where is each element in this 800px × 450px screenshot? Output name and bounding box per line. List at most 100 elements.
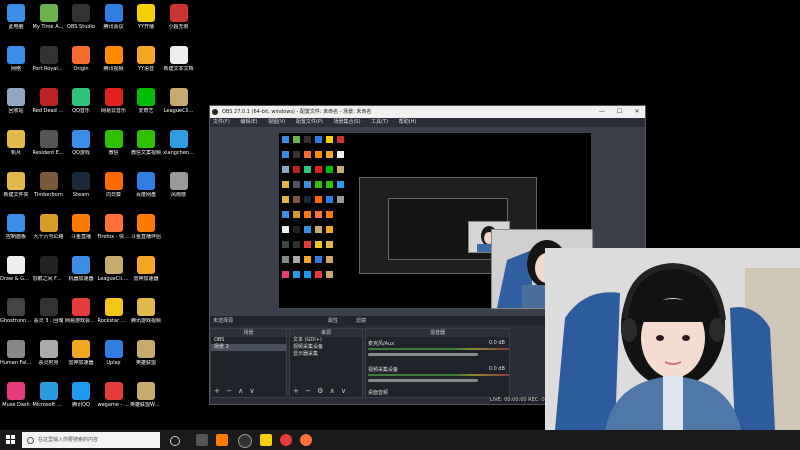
menu-profile[interactable]: 配置文件(P) [296, 119, 323, 125]
desktop-icon[interactable]: 网易游戏会员工具 [65, 298, 97, 324]
desktop-icon[interactable]: 风雨楼 [163, 172, 195, 198]
desktop-icon[interactable]: 腾讯视频 [98, 46, 130, 72]
desktop-icon[interactable]: 英雄联盟WeGame版 [130, 382, 162, 408]
menu-scene-collection[interactable]: 场景集合(S) [333, 119, 360, 125]
desktop-icon[interactable]: 回收站 [0, 88, 32, 114]
desktop-icon[interactable]: Port Royale 4 Soundtr... [33, 46, 65, 72]
desktop-icon[interactable]: 此电脑 [0, 4, 32, 30]
desktop-icon[interactable]: 腾讯QQ [65, 382, 97, 408]
source-tools[interactable]: + − ⚙ ∧ ∨ [293, 387, 348, 395]
taskbar-yy-icon[interactable] [260, 434, 272, 446]
desktop-icon[interactable]: Ghostrunner 幽灵行者 [0, 298, 32, 324]
desktop-icon[interactable]: 英雄联盟 [130, 340, 162, 366]
app-icon [39, 382, 58, 400]
desktop-icon[interactable]: 恐鹅之间 Fear surr... [33, 256, 65, 282]
desktop-icon[interactable]: 爱奇艺 [130, 88, 162, 114]
desktop-icon[interactable]: 新建文件夹 [0, 172, 32, 198]
task-view-icon[interactable] [196, 434, 208, 446]
desktop-icon[interactable]: Human Fall Flat [0, 340, 32, 366]
desktop-icon[interactable]: YY开播 [130, 4, 162, 30]
desktop-icon[interactable]: Uplay [98, 340, 130, 366]
minimize-button[interactable]: — [594, 106, 610, 118]
desktop-icon[interactable]: LeagueCli... 快捷方式 [98, 256, 130, 282]
desktop-icon[interactable]: Muse Dash [0, 382, 32, 408]
cortana-icon[interactable] [170, 436, 180, 446]
desktop-icon[interactable]: xiangchen... [163, 130, 195, 156]
scene-item[interactable]: OBS [211, 337, 286, 344]
desktop-icon[interactable]: 腾讯会议 [98, 4, 130, 30]
menu-help[interactable]: 帮助(H) [399, 119, 417, 125]
desktop-icon[interactable]: 新建文本文档 [163, 46, 195, 72]
taskbar-douyu-icon[interactable] [216, 434, 228, 446]
desktop-icon[interactable]: My Time At Portia [33, 4, 65, 30]
desktop-icon[interactable]: Draw & Guess [0, 256, 32, 282]
desktop-icon-label: Draw & Guess [0, 276, 32, 282]
close-button[interactable]: ✕ [629, 106, 645, 118]
app-icon [7, 298, 25, 316]
desktop-icon[interactable]: 帆月 [0, 130, 32, 156]
scene-tools[interactable]: + − ∧ ∨ [214, 387, 257, 395]
desktop-icon[interactable]: 机器加速器 [65, 256, 97, 282]
menu-view[interactable]: 视图(V) [268, 119, 285, 125]
taskbar-netease-icon[interactable] [280, 434, 292, 446]
desktop-icon[interactable]: 雷神加速器 [65, 340, 97, 366]
desktop-icon[interactable]: 微信文案视频 [130, 130, 162, 156]
desktop-icon[interactable]: Microsoft Edge [33, 382, 65, 408]
volume-fader[interactable] [368, 379, 478, 382]
desktop-icon[interactable]: 恶灵附身 [33, 340, 65, 366]
app-icon [7, 88, 25, 106]
mixer-channel[interactable]: 桌面音频 [368, 389, 509, 399]
preview-mini-icon [282, 226, 289, 233]
preview-mini-icon [293, 166, 300, 173]
desktop-icon[interactable]: Steam [65, 172, 97, 198]
desktop-icon[interactable]: 恶灵 3 : 回魂 [33, 298, 65, 324]
obs-title-bar[interactable]: OBS 27.0.1 (64-bit, windows) - 配置文件: 未命名… [210, 106, 645, 118]
mixer-channel[interactable]: 麦克风/Aux 0.0 dB [368, 340, 509, 364]
desktop-icon[interactable]: 网易云音乐 [98, 88, 130, 114]
menu-file[interactable]: 文件(F) [213, 119, 230, 125]
desktop-icon-label: Microsoft Edge [32, 402, 65, 408]
desktop-icon[interactable]: wegame - 快捷方式 [98, 382, 130, 408]
volume-fader[interactable] [368, 353, 478, 356]
start-button[interactable] [6, 435, 16, 445]
desktop-icon[interactable]: 小超无限 [163, 4, 195, 30]
taskbar-search-box[interactable]: 在这里输入你要搜索的内容 [22, 432, 160, 448]
taskbar-obs-icon[interactable] [238, 434, 252, 448]
app-icon [7, 4, 25, 22]
menu-tools[interactable]: 工具(T) [371, 119, 388, 125]
app-icon [39, 172, 58, 190]
taskbar-firefox-icon[interactable] [300, 434, 312, 446]
maximize-button[interactable]: ☐ [611, 106, 627, 118]
desktop-icon[interactable]: 向日葵 [98, 172, 130, 198]
source-item[interactable]: 视频采集设备 [290, 344, 362, 351]
desktop-icon[interactable]: 雷神加速器 [130, 256, 162, 282]
desktop-icon[interactable]: 九十六号公路 [33, 214, 65, 240]
menu-edit[interactable]: 编辑(E) [240, 119, 257, 125]
desktop-icon[interactable]: OBS Studio [65, 4, 97, 30]
desktop-icon[interactable]: Timberborn [33, 172, 65, 198]
scene-item[interactable]: 场景 2 [211, 344, 286, 351]
properties-button[interactable]: 属性 [328, 316, 338, 326]
desktop-icon[interactable]: Red Dead Redempti... [33, 88, 65, 114]
desktop-icon[interactable]: Resident Evil Village [33, 130, 65, 156]
desktop-icon[interactable]: QQ游戏 [65, 130, 97, 156]
desktop-icon[interactable]: Origin [65, 46, 97, 72]
desktop-icon[interactable]: QQ音乐 [65, 88, 97, 114]
source-item[interactable]: 文本 (GDI+) [290, 337, 362, 344]
desktop-icon[interactable]: 腾讯游戏视频 [130, 298, 162, 324]
source-item[interactable]: 显示器采集 [290, 351, 362, 358]
desktop-icon[interactable]: 控制面板 [0, 214, 32, 240]
desktop-icon[interactable]: LeagueCli... [163, 88, 195, 114]
desktop-icon[interactable]: 网络 [0, 46, 32, 72]
desktop-icon-label: 雷神加速器 [133, 276, 159, 282]
desktop-icon[interactable]: 斗鱼直播伴侣 [130, 214, 162, 240]
sources-dock: 来源 文本 (GDI+) 视频采集设备 显示器采集 + − ⚙ ∧ ∨ [289, 328, 363, 398]
desktop-icon[interactable]: 百度网盘 [130, 172, 162, 198]
desktop-icon[interactable]: 斗鱼直播 [65, 214, 97, 240]
desktop-icon[interactable]: 微信 [98, 130, 130, 156]
desktop-icon[interactable]: Rockstar Games... [98, 298, 130, 324]
desktop-icon[interactable]: Firefox - 快捷方式 [98, 214, 130, 240]
filters-button[interactable]: 滤镜 [356, 316, 366, 326]
desktop-icon[interactable]: YY语音 [130, 46, 162, 72]
mixer-channel[interactable]: 视频采集设备 0.0 dB [368, 366, 509, 390]
